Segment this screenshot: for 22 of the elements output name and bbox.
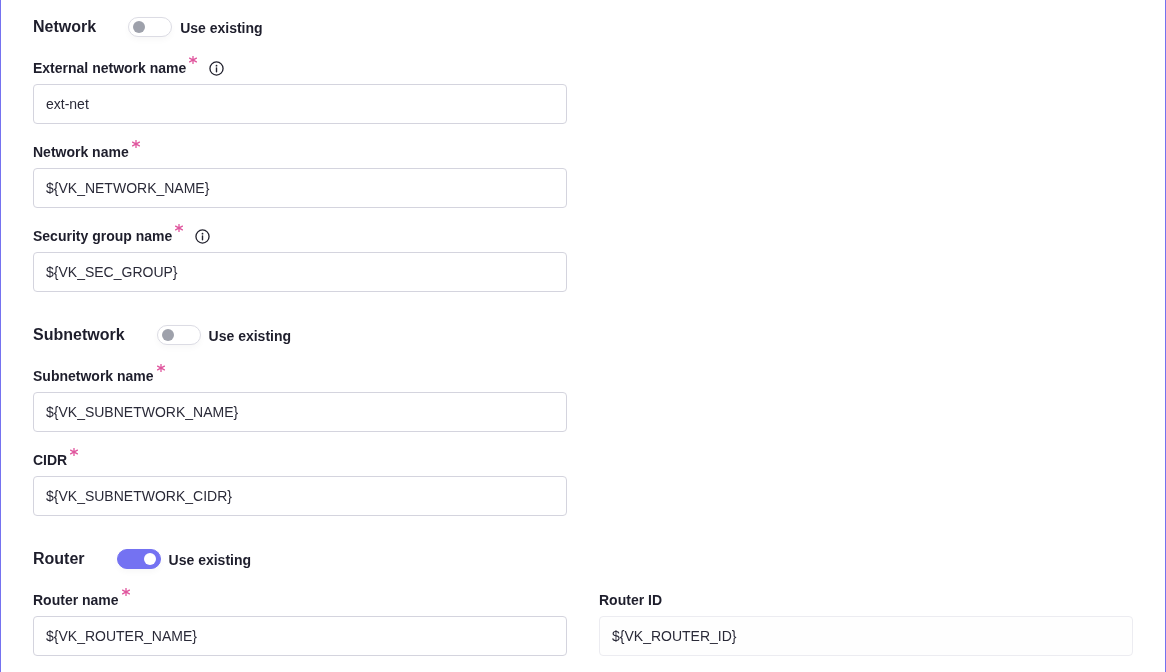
text-field[interactable]: ${VK_SUBNETWORK_CIDR}: [33, 476, 567, 516]
text-field[interactable]: ${VK_NETWORK_NAME}: [33, 168, 567, 208]
info-icon[interactable]: [209, 60, 225, 76]
field-label: Security group name: [33, 228, 173, 244]
field-label: External network name: [33, 60, 187, 76]
field-label: Router name: [33, 592, 119, 608]
field-label: Network name: [33, 144, 129, 160]
text-field[interactable]: ${VK_SUBNETWORK_NAME}: [33, 392, 567, 432]
field-label: CIDR: [33, 452, 68, 468]
info-icon[interactable]: [195, 228, 211, 244]
toggle-label: Use existing: [208, 327, 292, 345]
field-label: Subnetwork name: [33, 368, 154, 384]
section-title: Subnetwork: [33, 325, 125, 345]
text-field[interactable]: ext-net: [33, 84, 567, 124]
toggle-switch[interactable]: [116, 549, 161, 569]
field-label: Router ID: [599, 592, 662, 608]
toggle-label: Use existing: [180, 19, 263, 37]
toggle-label: Use existing: [168, 551, 252, 569]
section-title: Router: [33, 549, 85, 569]
text-field[interactable]: ${VK_SEC_GROUP}: [33, 252, 567, 292]
text-field[interactable]: ${VK_ROUTER_NAME}: [33, 616, 567, 656]
section-title: Network: [33, 17, 97, 37]
